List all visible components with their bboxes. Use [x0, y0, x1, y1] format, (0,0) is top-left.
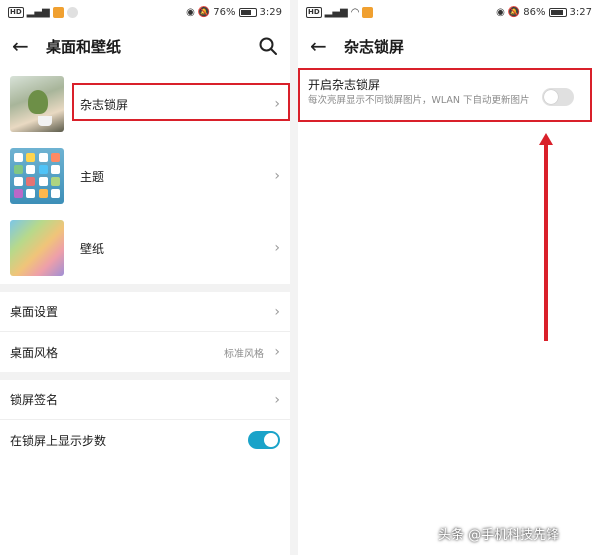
lock-signature-label: 锁屏签名	[10, 393, 59, 407]
signal-icon: ▂▄▆	[26, 6, 50, 18]
chevron-right-icon: ›	[274, 240, 280, 256]
battery-percent: 76%	[213, 6, 236, 18]
annotation-arrow	[539, 133, 553, 341]
battery-percent: 86%	[523, 6, 546, 18]
desktop-settings-label: 桌面设置	[10, 305, 59, 319]
arrow-shaft	[544, 141, 548, 341]
toggle-knob	[264, 433, 278, 447]
wallpaper-label: 壁纸	[80, 241, 105, 256]
section-divider	[0, 284, 290, 292]
magazine-lock-toggle-title: 开启杂志锁屏	[308, 78, 381, 92]
plant-decoration	[28, 90, 48, 114]
clock: 3:29	[259, 6, 282, 18]
chevron-right-icon: ›	[274, 303, 280, 320]
status-bar: HD ▂▄▆ ◉ 🔕 76% 3:29	[0, 0, 290, 24]
show-steps-toggle[interactable]	[248, 431, 280, 449]
mute-icon: 🔕	[507, 6, 521, 18]
magazine-lock-thumbnail	[10, 76, 64, 132]
eye-icon: ◉	[186, 6, 195, 18]
page-title: 桌面和壁纸	[46, 37, 122, 56]
desktop-style-row[interactable]: 桌面风格 标准风格 ›	[0, 332, 290, 372]
app-notification-icon	[362, 6, 374, 18]
chevron-right-icon: ›	[274, 344, 280, 360]
magazine-lock-setting[interactable]: 开启杂志锁屏 每次亮屏显示不同锁屏图片，WLAN 下自动更新图片	[298, 68, 592, 122]
desktop-style-label: 桌面风格	[10, 345, 59, 360]
battery-icon	[238, 7, 257, 17]
hd-icon: HD	[8, 6, 24, 18]
highlight-box	[72, 83, 290, 121]
section-divider	[0, 372, 290, 380]
page-title: 杂志锁屏	[344, 37, 405, 56]
wallpaper-row[interactable]: 壁纸 ›	[0, 212, 290, 284]
chevron-right-icon: ›	[274, 168, 280, 184]
battery-icon	[548, 7, 567, 17]
desktop-settings-row[interactable]: 桌面设置 ›	[0, 292, 290, 332]
hd-icon: HD	[306, 6, 322, 18]
battery-fill	[550, 9, 563, 15]
battery-fill	[240, 9, 252, 15]
left-phone-screen: HD ▂▄▆ ◉ 🔕 76% 3:29 ← 桌面和壁纸 杂志锁屏 › 主题 › …	[0, 0, 290, 555]
toggle-knob	[544, 90, 558, 104]
wallpaper-thumbnail	[10, 220, 64, 276]
chevron-right-icon: ›	[274, 391, 280, 408]
title-bar: ← 杂志锁屏	[298, 24, 600, 68]
lock-signature-row[interactable]: 锁屏签名 ›	[0, 380, 290, 420]
mute-icon: 🔕	[197, 6, 211, 18]
app-notification-icon	[52, 6, 64, 18]
search-icon[interactable]	[258, 36, 278, 56]
magazine-lock-description: 每次亮屏显示不同锁屏图片，WLAN 下自动更新图片	[308, 95, 530, 106]
app-notification-icon	[66, 6, 78, 18]
title-bar: ← 桌面和壁纸	[0, 24, 290, 68]
desktop-settings-group: 桌面设置 › 桌面风格 标准风格 ›	[0, 292, 290, 372]
theme-thumbnail	[10, 148, 64, 204]
desktop-style-value: 标准风格	[224, 348, 264, 360]
cup-decoration	[38, 116, 52, 126]
screen-gutter	[290, 0, 298, 555]
theme-row[interactable]: 主题 ›	[0, 140, 290, 212]
lock-screen-group: 锁屏签名 › 在锁屏上显示步数	[0, 380, 290, 460]
show-steps-row: 在锁屏上显示步数	[0, 420, 290, 460]
eye-icon: ◉	[496, 6, 505, 18]
watermark: 头条 @手机科技先锋	[438, 528, 560, 543]
theme-label: 主题	[80, 169, 105, 184]
signal-icon: ▂▄▆	[324, 6, 348, 18]
status-bar: HD ▂▄▆ ◠ ◉ 🔕 86% 3:27	[298, 0, 600, 24]
magazine-lock-toggle[interactable]	[542, 88, 574, 106]
back-arrow-icon[interactable]: ←	[310, 34, 338, 58]
show-steps-label: 在锁屏上显示步数	[10, 433, 107, 448]
wifi-icon: ◠	[350, 6, 360, 18]
clock: 3:27	[569, 6, 592, 18]
right-phone-screen: HD ▂▄▆ ◠ ◉ 🔕 86% 3:27 ← 杂志锁屏 开启杂志锁屏 每次亮屏…	[298, 0, 600, 555]
back-arrow-icon[interactable]: ←	[12, 34, 40, 58]
